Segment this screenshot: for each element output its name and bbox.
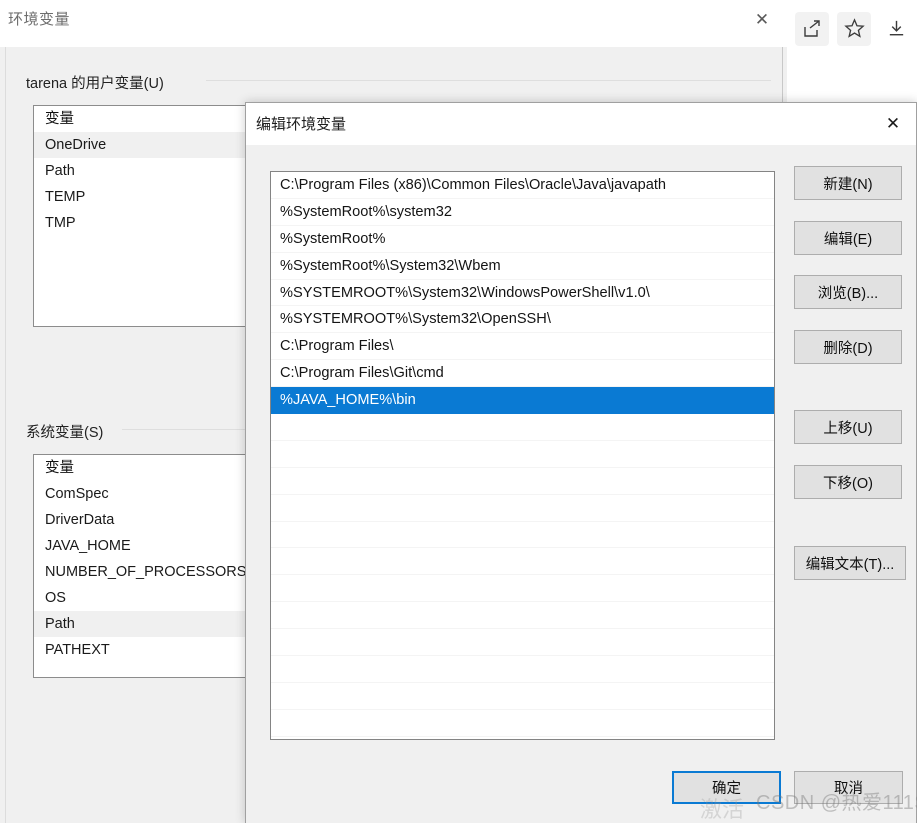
- list-item-empty[interactable]: [271, 495, 774, 522]
- list-item-empty[interactable]: [271, 575, 774, 603]
- list-item-empty[interactable]: [271, 602, 774, 630]
- browser-toolbar: [786, 0, 917, 57]
- edit-environment-variable-dialog: 编辑环境变量 ✕ C:\Program Files (x86)\Common F…: [245, 102, 917, 823]
- list-item[interactable]: %SYSTEMROOT%\System32\WindowsPowerShell\…: [271, 280, 774, 307]
- list-item-empty[interactable]: [271, 441, 774, 468]
- environment-variables-titlebar: 环境变量 ✕: [0, 0, 787, 47]
- edit-button[interactable]: 编辑(E): [794, 221, 902, 255]
- cancel-button[interactable]: 取消: [794, 771, 903, 804]
- dialog-footer: 确定 取消: [246, 771, 916, 811]
- page-title: 环境变量: [8, 11, 71, 28]
- list-item[interactable]: C:\Program Files (x86)\Common Files\Orac…: [271, 172, 774, 199]
- list-item-empty[interactable]: [271, 522, 774, 549]
- list-item[interactable]: %SYSTEMROOT%\System32\OpenSSH\: [271, 306, 774, 334]
- screenshot-root: 环境变量 ✕ tarena 的用户变量(U) 变量 OneDrive Path …: [0, 0, 917, 823]
- list-item-empty[interactable]: [271, 656, 774, 683]
- list-item-empty[interactable]: [271, 414, 774, 441]
- list-item-selected[interactable]: %JAVA_HOME%\bin: [271, 387, 774, 415]
- new-button[interactable]: 新建(N): [794, 166, 902, 200]
- ok-button[interactable]: 确定: [672, 771, 781, 804]
- close-icon[interactable]: ✕: [870, 103, 916, 145]
- download-icon[interactable]: [879, 12, 913, 46]
- list-item-empty[interactable]: [271, 548, 774, 576]
- dialog-titlebar: 编辑环境变量 ✕: [246, 103, 916, 145]
- browse-button[interactable]: 浏览(B)...: [794, 275, 902, 309]
- user-variables-group-label: tarena 的用户变量(U): [26, 72, 170, 93]
- edit-text-button[interactable]: 编辑文本(T)...: [794, 546, 906, 580]
- dialog-title: 编辑环境变量: [256, 116, 347, 133]
- dialog-side-buttons: 新建(N) 编辑(E) 浏览(B)... 删除(D) 上移(U) 下移(O) 编…: [794, 166, 906, 580]
- list-item-empty[interactable]: [271, 710, 774, 737]
- system-variables-group-label: 系统变量(S): [26, 421, 110, 442]
- favorite-star-icon[interactable]: [837, 11, 871, 46]
- close-icon[interactable]: ✕: [739, 0, 785, 40]
- list-item-empty[interactable]: [271, 683, 774, 710]
- move-down-button[interactable]: 下移(O): [794, 465, 902, 499]
- delete-button[interactable]: 删除(D): [794, 330, 902, 364]
- user-variables-group-divider: [206, 80, 771, 81]
- list-item[interactable]: C:\Program Files\Git\cmd: [271, 360, 774, 388]
- list-item[interactable]: %SystemRoot%\system32: [271, 199, 774, 226]
- share-icon[interactable]: [795, 11, 829, 46]
- list-item-empty[interactable]: [271, 629, 774, 657]
- move-up-button[interactable]: 上移(U): [794, 410, 902, 444]
- list-item[interactable]: %SystemRoot%\System32\Wbem: [271, 253, 774, 280]
- list-item[interactable]: %SystemRoot%: [271, 226, 774, 253]
- path-entries-list[interactable]: C:\Program Files (x86)\Common Files\Orac…: [270, 171, 775, 740]
- list-item[interactable]: C:\Program Files\: [271, 333, 774, 361]
- list-item-empty[interactable]: [271, 468, 774, 495]
